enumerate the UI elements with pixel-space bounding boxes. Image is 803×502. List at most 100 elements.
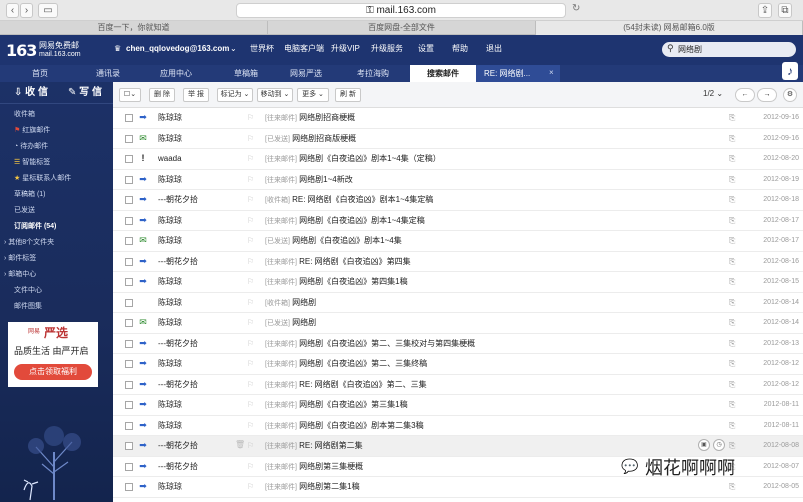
tab-re-webdrama[interactable]: RE: 网络剧...: [476, 65, 560, 82]
flag-icon[interactable]: ⚐: [247, 112, 254, 124]
flag-icon[interactable]: ⚐: [247, 379, 254, 391]
sidebar-item-star-contacts[interactable]: ★ 星标联系人邮件: [14, 174, 71, 184]
refresh-button[interactable]: 刷 新: [335, 88, 361, 102]
row-checkbox[interactable]: [125, 319, 133, 327]
row-checkbox[interactable]: [125, 175, 133, 184]
email-subject[interactable]: [往来邮件] 网络剧《白夜追凶》剧本第二集3稿: [265, 420, 424, 433]
email-row[interactable]: ➡ 陈琼琼 ⚐ [往来邮件] 网络剧《白夜追凶》第四集1稿 ⎘ 2012-08-15: [113, 272, 803, 293]
email-row[interactable]: ✉ 陈琼琼 ⚐ [已发送] 网络剧 ⎘ 2012-08-14: [113, 313, 803, 334]
sidebar-item-todo[interactable]: ◔ 待办邮件: [14, 142, 48, 152]
sidebar-item-mail-center[interactable]: › 邮箱中心: [4, 270, 36, 280]
sidebar-item-sent[interactable]: 已发送: [14, 206, 35, 216]
header-link-logout[interactable]: 退出: [486, 43, 502, 55]
email-subject[interactable]: [收件箱] 网络剧: [265, 297, 316, 310]
sidebar-item-other-folders[interactable]: › 其他8个文件夹: [4, 238, 54, 248]
page-indicator[interactable]: 1/2 ⌄: [703, 89, 723, 98]
flag-icon[interactable]: ⚐: [247, 194, 254, 206]
write-button[interactable]: ✎ 写 信: [68, 86, 102, 100]
email-subject[interactable]: [收件箱] RE: 网络剧《白夜追凶》剧本1~4集定稿: [265, 194, 433, 207]
row-checkbox[interactable]: [125, 483, 133, 491]
flag-icon[interactable]: ⚐: [247, 153, 254, 165]
email-row[interactable]: ➡ ---朝花夕拾 ⚐ [往来邮件] 网络剧《白夜追凶》第二、三集校对与第四集梗概 ⎘ 2…: [113, 334, 803, 354]
flag-icon[interactable]: ⚐: [247, 317, 254, 329]
email-row[interactable]: ➡ 陈琼琼 ⚐ [往来邮件] 网络剧《白夜追凶》第二、三集终稿 ⎘ 2012-08-12: [113, 354, 803, 375]
email-row[interactable]: ➡ ---朝花夕拾 ⚐ [往来邮件] RE: 网络剧《白夜追凶》第四集 ⎘ 2012-08…: [113, 252, 803, 272]
tab-apps[interactable]: 应用中心: [136, 65, 216, 82]
email-row[interactable]: ✉ 陈琼琼 ⚐ [已发送] 网络剧招商版梗概 ⎘ 2012-09-16: [113, 129, 803, 149]
trash-icon[interactable]: 🗑: [235, 440, 245, 449]
email-subject[interactable]: [已发送] 网络剧: [265, 317, 316, 330]
email-subject[interactable]: [往来邮件] 网络剧第三集梗概: [265, 461, 363, 474]
flag-icon[interactable]: ⚐: [247, 358, 254, 370]
address-bar[interactable]: ⚿ mail.163.com: [236, 3, 566, 18]
header-link-client[interactable]: 电脑客户端: [284, 43, 324, 55]
next-page-button[interactable]: →: [757, 88, 777, 102]
sidebar-item-gallery[interactable]: 邮件图集: [14, 302, 42, 312]
email-subject[interactable]: [往来邮件] 网络剧《白夜追凶》剧本1~4集（定稿）: [265, 153, 441, 166]
tab-kaola[interactable]: 考拉海购: [336, 65, 410, 82]
tab-contacts[interactable]: 通讯录: [80, 65, 136, 82]
row-checkbox[interactable]: [125, 216, 133, 225]
sidebar-item-drafts[interactable]: 草稿箱 (1): [14, 190, 46, 200]
row-checkbox[interactable]: [125, 339, 133, 348]
clock-icon[interactable]: ◷: [713, 439, 725, 451]
logo[interactable]: 163: [6, 41, 37, 60]
gear-icon[interactable]: ⚙: [783, 88, 797, 102]
tab-home[interactable]: 首页: [0, 65, 80, 82]
chevron-down-icon[interactable]: ⌄: [230, 43, 237, 55]
sidebar-item-smart-tags[interactable]: ☰ 智能标签: [14, 158, 50, 168]
email-subject[interactable]: [往来邮件] 网络剧《白夜追凶》剧本1~4集定稿: [265, 215, 425, 228]
tab-search-mail[interactable]: 搜索邮件: [410, 65, 476, 82]
flag-icon[interactable]: ⚐: [247, 276, 254, 288]
flag-icon[interactable]: ⚐: [247, 461, 254, 473]
music-icon[interactable]: ♪: [782, 62, 798, 80]
sidebar-item-flagged[interactable]: ⚑ 红旗邮件: [14, 126, 50, 136]
email-subject[interactable]: [往来邮件] 网络剧招商梗概: [265, 112, 355, 125]
yanxuan-ad[interactable]: 网易 严选 品质生活 由严开启 点击领取福利: [8, 322, 98, 387]
row-checkbox[interactable]: [125, 380, 133, 389]
row-checkbox[interactable]: [125, 134, 133, 143]
row-checkbox[interactable]: [125, 298, 133, 307]
row-checkbox[interactable]: [125, 421, 133, 430]
mark-as-dropdown[interactable]: 标记为 ⌄: [217, 88, 253, 102]
email-row[interactable]: ! waada ⚐ [往来邮件] 网络剧《白夜追凶》剧本1~4集（定稿） ⎘ 2012-0…: [113, 149, 803, 170]
row-checkbox[interactable]: [125, 462, 133, 471]
sidebar-toggle-button[interactable]: ▭: [38, 3, 58, 18]
email-row[interactable]: ➡ 陈琼琼 ⚐ [往来邮件] 网络剧招商梗概 ⎘ 2012-09-16: [113, 108, 803, 129]
browser-tab-2[interactable]: 百度网盘-全部文件: [268, 21, 536, 35]
email-subject[interactable]: [往来邮件] 网络剧《白夜追凶》第三集1稿: [265, 399, 408, 412]
user-account[interactable]: chen_qqlovedog@163.com: [126, 43, 229, 55]
email-row[interactable]: ➡ ---朝花夕拾 ⚐ [收件箱] RE: 网络剧《白夜追凶》剧本1~4集定稿 ⎘ 201…: [113, 190, 803, 211]
row-checkbox[interactable]: [125, 401, 133, 409]
tab-drafts[interactable]: 草稿箱: [216, 65, 276, 82]
flag-icon[interactable]: ⚐: [247, 215, 254, 227]
read-later-icon[interactable]: ▣: [698, 439, 710, 451]
search-input[interactable]: 网络剧: [662, 42, 796, 57]
receive-button[interactable]: ⇩ 收 信: [14, 86, 48, 100]
browser-tab-1[interactable]: 百度一下，你就知道: [0, 21, 268, 35]
email-subject[interactable]: [往来邮件] RE: 网络剧《白夜追凶》第四集: [265, 256, 411, 269]
more-dropdown[interactable]: 更多 ⌄: [297, 88, 329, 102]
row-checkbox[interactable]: [125, 196, 133, 204]
email-row[interactable]: ✉ 陈琼琼 ⚐ [已发送] 网络剧《白夜追凶》剧本1~4集 ⎘ 2012-08-17: [113, 231, 803, 252]
header-link-vip[interactable]: 升级VIP: [331, 43, 360, 55]
row-checkbox[interactable]: [125, 278, 133, 286]
tab-yanxuan[interactable]: 网易严选: [276, 65, 336, 82]
flag-icon[interactable]: ⚐: [247, 256, 254, 268]
email-subject[interactable]: [已发送] 网络剧招商版梗概: [265, 133, 356, 146]
sidebar-item-mail-tags[interactable]: › 邮件标签: [4, 254, 36, 264]
report-button[interactable]: 举 报: [183, 88, 209, 102]
forward-button[interactable]: ›: [20, 3, 33, 18]
delete-button[interactable]: 删 除: [149, 88, 175, 102]
email-row[interactable]: ➡ 陈琼琼 ⚐ [往来邮件] 网络剧1~4新改 ⎘ 2012-08-19: [113, 170, 803, 190]
flag-icon[interactable]: ⚐: [247, 235, 254, 247]
email-subject[interactable]: [往来邮件] 网络剧1~4新改: [265, 174, 353, 187]
sidebar-item-file-center[interactable]: 文件中心: [14, 286, 42, 296]
row-checkbox[interactable]: [125, 360, 133, 368]
back-button[interactable]: ‹: [6, 3, 19, 18]
flag-icon[interactable]: ⚐: [247, 420, 254, 432]
email-subject[interactable]: [往来邮件] RE: 网络剧第二集: [265, 440, 363, 453]
email-subject[interactable]: [往来邮件] 网络剧《白夜追凶》第二、三集终稿: [265, 358, 427, 371]
row-checkbox[interactable]: [125, 155, 133, 163]
email-subject[interactable]: [往来邮件] 网络剧第二集1稿: [265, 481, 360, 494]
